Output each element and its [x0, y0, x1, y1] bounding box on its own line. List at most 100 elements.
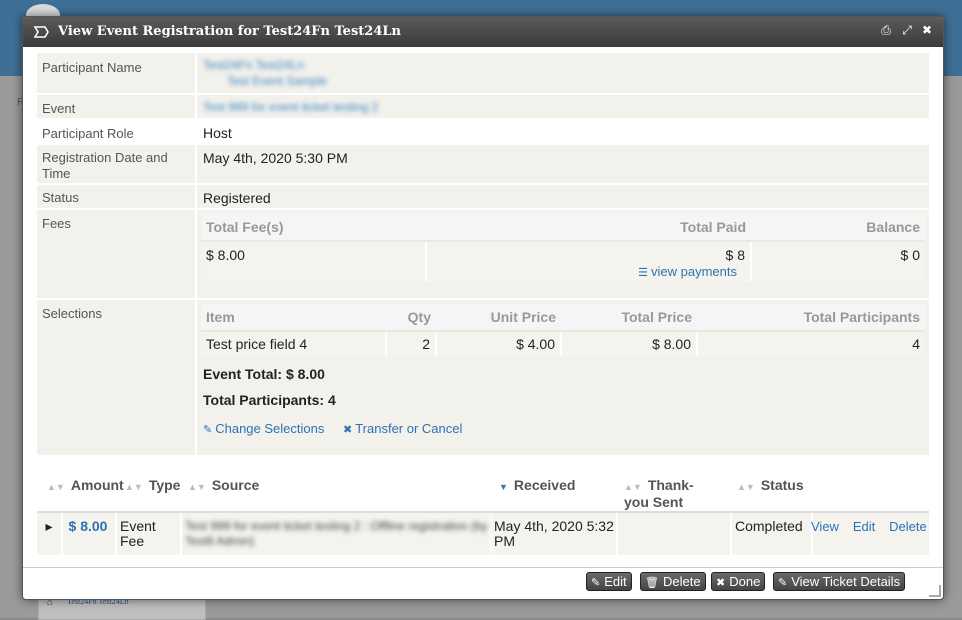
selection-row: Test price field 4 2 $ 4.00 $ 8.00 4	[201, 331, 925, 356]
sort-desc-icon: ▼	[499, 482, 508, 492]
header-source[interactable]: ▲▼ Source	[188, 478, 259, 495]
edit-button[interactable]: ✎ Edit	[586, 572, 632, 591]
view-link[interactable]: View	[811, 519, 839, 534]
selection-participants: 4	[697, 331, 925, 356]
pencil-icon: ✎	[778, 577, 788, 589]
view-ticket-button[interactable]: ✎ View Ticket Details	[773, 572, 906, 591]
registration-date-cell: May 4th, 2020 5:30 PM	[195, 145, 929, 183]
contribution-type: Event Fee	[117, 513, 182, 555]
status-row: Status Registered	[37, 185, 929, 210]
delete-link[interactable]: Delete	[889, 519, 927, 534]
fees-balance: $ 0	[751, 241, 925, 281]
fees-total-paid: $ 8	[725, 247, 745, 263]
total-participants: Total Participants: 4	[203, 392, 336, 408]
fees-header-balance: Balance	[751, 214, 925, 242]
selection-qty: 2	[386, 331, 437, 356]
resize-handle[interactable]	[929, 585, 941, 597]
selection-total-price: $ 8.00	[561, 331, 698, 356]
header-status-label: Status	[760, 477, 804, 493]
sort-icon: ▲▼	[624, 482, 642, 492]
participant-role-label: Participant Role	[42, 126, 134, 141]
expand-row-icon[interactable]: ▸	[37, 513, 63, 555]
sort-icon: ▲▼	[125, 482, 143, 492]
status-label: Status	[42, 190, 79, 205]
dialog-titlebar[interactable]: View Event Registration for Test24Fn Tes…	[23, 17, 943, 47]
trash-icon: 🗑	[645, 577, 659, 589]
selections-header-unit-price: Unit Price	[436, 304, 561, 332]
participant-name-link[interactable]: Test24Fn Test24Ln	[203, 58, 304, 72]
header-type-label: Type	[148, 477, 181, 493]
header-source-label: Source	[211, 477, 260, 493]
participant-role-value: Host	[203, 125, 232, 141]
dialog-title: View Event Registration for Test24Fn Tes…	[58, 24, 401, 39]
fees-table: Total Fee(s) Total Paid Balance $ 8.00 $…	[201, 214, 925, 281]
delete-button[interactable]: 🗑 Delete	[640, 572, 706, 591]
fees-total-fee: $ 8.00	[201, 241, 427, 281]
participant-name-cell: Test24Fn Test24Ln Test Event Sample	[195, 53, 929, 93]
participant-name-row: Participant Name Test24Fn Test24Ln Test …	[37, 53, 929, 95]
contribution-row: ▸ $ 8.00 Event Fee Test 999 for event ti…	[37, 511, 929, 555]
contribution-status: Completed	[732, 513, 813, 555]
ticket-icon	[33, 26, 49, 38]
event-label: Event	[42, 101, 76, 116]
event-total: Event Total: $ 8.00	[203, 366, 325, 382]
selections-table: Item Qty Unit Price Total Price Total Pa…	[201, 304, 925, 356]
status-value: Registered	[203, 190, 271, 206]
registration-date-row: Registration Date and Time May 4th, 2020…	[37, 145, 929, 185]
fees-row: Fees Total Fee(s) Total Paid Balance $ 8…	[37, 210, 929, 300]
delete-button-label: Delete	[662, 574, 701, 589]
sort-icon: ▲▼	[47, 482, 65, 492]
fees-paid-cell: $ 8 ☰ view payments	[426, 241, 752, 281]
status-cell: Registered	[195, 185, 929, 208]
pencil-icon: ✎	[591, 577, 601, 589]
participant-name-sub: Test Event Sample	[227, 74, 328, 88]
transfer-cancel-label: Transfer or Cancel	[355, 421, 463, 436]
participant-role-row: Participant Role Host	[37, 120, 929, 145]
header-type[interactable]: ▲▼ Type	[125, 478, 180, 495]
selections-header-item: Item	[201, 304, 386, 332]
event-link[interactable]: Test 999 for event ticket testing 2	[203, 100, 378, 114]
sort-icon: ▲▼	[188, 482, 206, 492]
selection-item: Test price field 4	[201, 331, 387, 356]
done-button[interactable]: ✖ Done	[711, 572, 766, 591]
footer-divider	[23, 567, 943, 568]
registration-date-value: May 4th, 2020 5:30 PM	[203, 150, 348, 166]
done-button-label: Done	[729, 574, 761, 589]
change-selections-label: Change Selections	[215, 421, 325, 436]
event-registration-dialog: View Event Registration for Test24Fn Tes…	[22, 16, 944, 600]
selections-header-participants: Total Participants	[697, 304, 925, 332]
contribution-amount[interactable]: $ 8.00	[61, 513, 117, 555]
expand-icon[interactable]: ⤢	[900, 23, 914, 37]
view-payments-link[interactable]: ☰ view payments	[432, 263, 745, 279]
sort-icon: ▲▼	[737, 482, 755, 492]
participant-role-cell: Host	[195, 120, 929, 143]
change-selections-link[interactable]: ✎ Change Selections	[203, 420, 324, 436]
dialog-content: Participant Name Test24Fn Test24Ln Test …	[37, 53, 929, 563]
edit-link[interactable]: Edit	[853, 519, 875, 534]
header-amount-label: Amount	[70, 477, 124, 493]
view-ticket-button-label: View Ticket Details	[791, 574, 901, 589]
contribution-thankyou	[618, 513, 732, 555]
contributions-header: ▲▼ Amount ▲▼ Type ▲▼ Source ▼ Received ▲▼ Tha…	[37, 473, 929, 511]
selections-label: Selections	[42, 306, 102, 321]
header-received[interactable]: ▼ Received	[499, 478, 575, 495]
fees-label: Fees	[42, 216, 71, 231]
transfer-cancel-link[interactable]: ✖ Transfer or Cancel	[343, 420, 462, 436]
event-row: Event Test 999 for event ticket testing …	[37, 95, 929, 120]
header-received-label: Received	[513, 477, 576, 493]
edit-button-label: Edit	[604, 574, 627, 589]
x-icon: ✖	[343, 424, 353, 436]
x-icon: ✖	[716, 577, 726, 589]
selection-unit-price: $ 4.00	[436, 331, 562, 356]
fees-cell: Total Fee(s) Total Paid Balance $ 8.00 $…	[195, 210, 929, 298]
contribution-source: Test 999 for event ticket testing 2 : Of…	[182, 513, 492, 555]
print-icon[interactable]: ⎙	[879, 23, 893, 37]
event-cell: Test 999 for event ticket testing 2	[195, 95, 929, 118]
view-payments-label: view payments	[651, 264, 737, 279]
header-thankyou[interactable]: ▲▼ Thank-you Sent	[624, 478, 714, 510]
header-status[interactable]: ▲▼ Status	[737, 478, 804, 495]
selections-row: Selections Item Qty Unit Price Total Pri…	[37, 300, 929, 457]
close-icon[interactable]: ✖	[920, 23, 934, 37]
registration-date-label: Registration Date and Time	[42, 150, 168, 181]
header-amount[interactable]: ▲▼ Amount	[47, 478, 124, 495]
